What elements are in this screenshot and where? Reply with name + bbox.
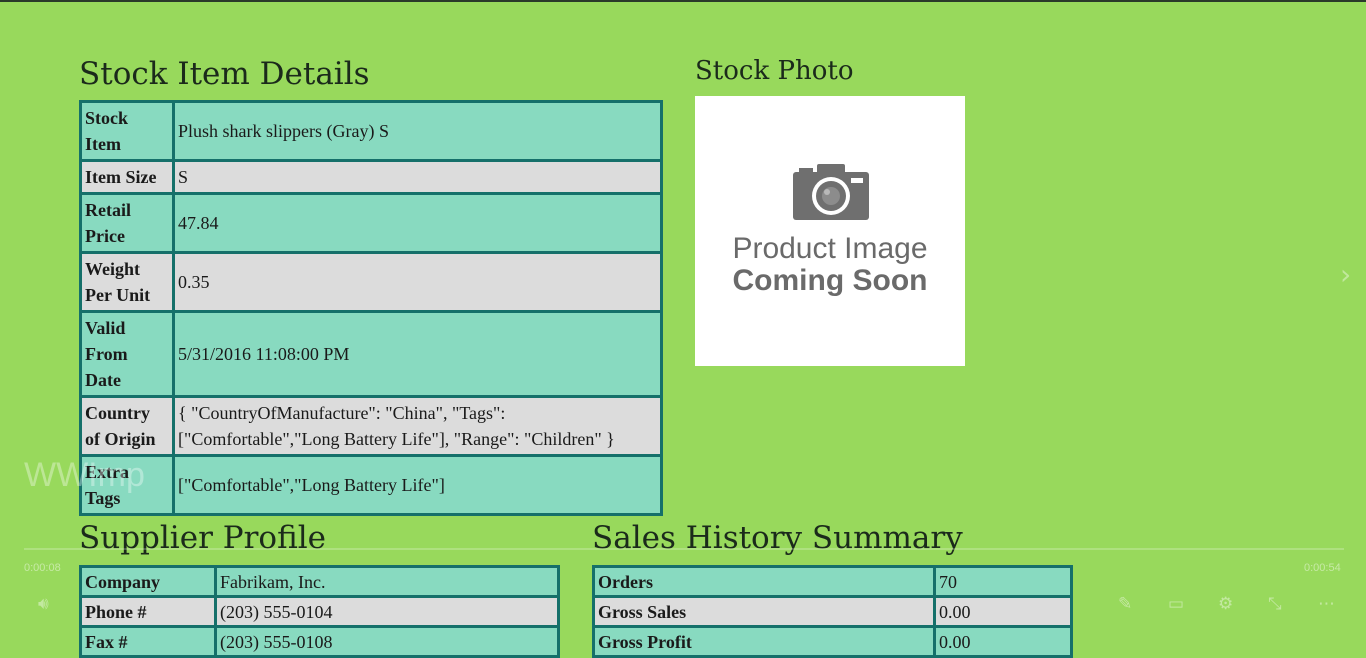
row-label: Country of Origin [79, 395, 175, 457]
table-row: Extra Tags ["Comfortable","Long Battery L… [79, 454, 663, 516]
table-row: Fax # (203) 555-0108 [79, 625, 560, 658]
camera-icon [793, 164, 869, 220]
more-icon[interactable]: ⋯ [1318, 594, 1335, 614]
table-row: Valid From Date 5/31/2016 11:08:00 PM [79, 310, 663, 398]
row-label: Item Size [79, 159, 175, 195]
table-row: Item Size S [79, 159, 663, 195]
window-top-border [0, 0, 1366, 2]
row-value: 0.00 [933, 595, 1073, 628]
supplier-table: Company Fabrikam, Inc. Phone # (203) 555… [79, 565, 560, 658]
stock-details-table: Stock Item Plush shark slippers (Gray) S … [79, 100, 663, 516]
time-total: 0:00:54 [1304, 562, 1341, 574]
row-value: (203) 555-0108 [214, 625, 560, 658]
row-label: Gross Profit [592, 625, 936, 658]
watermark: WWImp [24, 456, 145, 494]
row-value: ["Comfortable","Long Battery Life"] [172, 454, 663, 516]
captions-icon[interactable]: ▭ [1168, 594, 1184, 614]
row-label: Phone # [79, 595, 217, 628]
row-label: Orders [592, 565, 936, 598]
row-value: 47.84 [172, 192, 663, 254]
row-value: 0.35 [172, 251, 663, 313]
placeholder-text-line2: Coming Soon [732, 264, 928, 297]
row-value: 0.00 [933, 625, 1073, 658]
table-row: Weight Per Unit 0.35 [79, 251, 663, 313]
next-arrow-icon[interactable]: › [1340, 258, 1351, 291]
row-label: Valid From Date [79, 310, 175, 398]
sales-summary-table: Orders 70 Gross Sales 0.00 Gross Profit … [592, 565, 1073, 658]
row-value: { "CountryOfManufacture": "China", "Tags… [172, 395, 663, 457]
settings-icon[interactable]: ⚙ [1218, 594, 1233, 614]
row-value: 70 [933, 565, 1073, 598]
table-row: Company Fabrikam, Inc. [79, 565, 560, 598]
table-row: Stock Item Plush shark slippers (Gray) S [79, 100, 663, 162]
sales-heading: Sales History Summary [592, 520, 963, 556]
table-row: Country of Origin { "CountryOfManufacture… [79, 395, 663, 457]
product-image-placeholder: Product Image Coming Soon [695, 96, 965, 366]
table-row: Gross Profit 0.00 [592, 625, 1073, 658]
row-value: Fabrikam, Inc. [214, 565, 560, 598]
row-value: 5/31/2016 11:08:00 PM [172, 310, 663, 398]
photo-heading: Stock Photo [695, 56, 854, 86]
row-label: Company [79, 565, 217, 598]
row-label: Gross Sales [592, 595, 936, 628]
details-heading: Stock Item Details [79, 56, 370, 92]
table-row: Retail Price 47.84 [79, 192, 663, 254]
table-row: Phone # (203) 555-0104 [79, 595, 560, 628]
table-row: Gross Sales 0.00 [592, 595, 1073, 628]
time-elapsed: 0:00:08 [24, 562, 61, 574]
row-value: Plush shark slippers (Gray) S [172, 100, 663, 162]
table-row: Orders 70 [592, 565, 1073, 598]
supplier-heading: Supplier Profile [79, 520, 327, 556]
row-label: Stock Item [79, 100, 175, 162]
row-label: Retail Price [79, 192, 175, 254]
video-progress-bar[interactable] [24, 548, 1344, 550]
row-label: Fax # [79, 625, 217, 658]
row-value: S [172, 159, 663, 195]
edit-icon[interactable]: ✎ [1118, 594, 1132, 614]
minimize-icon[interactable]: ⤡ [1268, 594, 1282, 614]
placeholder-text-line1: Product Image [732, 232, 928, 265]
volume-icon[interactable]: 🔊︎ [38, 594, 49, 614]
row-value: (203) 555-0104 [214, 595, 560, 628]
row-label: Weight Per Unit [79, 251, 175, 313]
